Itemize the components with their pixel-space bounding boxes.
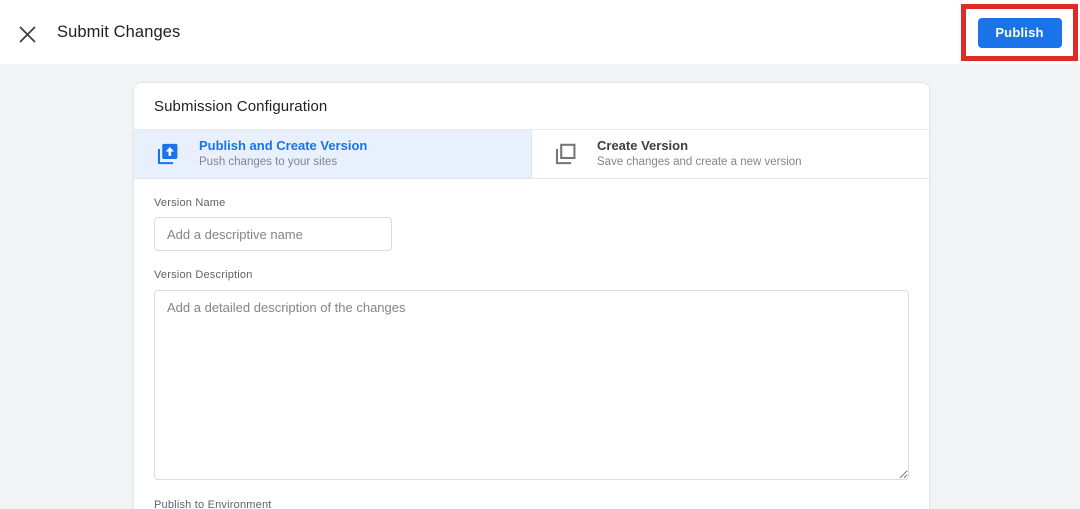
- version-description-label: Version Description: [154, 269, 253, 281]
- tab-text-block: Create Version Save changes and create a…: [597, 138, 802, 170]
- tab-text-block: Publish and Create Version Push changes …: [199, 138, 367, 170]
- version-form: Version Name Version Description Publish…: [134, 179, 929, 509]
- submission-tabs: Publish and Create Version Push changes …: [134, 129, 929, 179]
- version-description-textarea[interactable]: [154, 290, 909, 480]
- submission-configuration-card: Submission Configuration Publish and Cre…: [133, 82, 930, 509]
- stacked-squares-icon: [552, 141, 578, 167]
- publish-to-environment-label: Publish to Environment: [154, 499, 272, 509]
- tab-title: Create Version: [597, 137, 689, 153]
- page-title: Submit Changes: [57, 22, 181, 41]
- top-header-bar: Submit Changes Publish: [0, 0, 1080, 64]
- tab-create-version[interactable]: Create Version Save changes and create a…: [531, 130, 929, 178]
- tab-title: Publish and Create Version: [199, 137, 368, 153]
- tab-subtitle: Push changes to your sites: [199, 156, 338, 169]
- tab-subtitle: Save changes and create a new version: [597, 156, 802, 169]
- red-highlight-annotation: Publish: [961, 4, 1078, 61]
- publish-button[interactable]: Publish: [977, 17, 1062, 48]
- publish-upload-stacked-icon: [154, 141, 180, 167]
- close-button[interactable]: [14, 21, 40, 47]
- version-name-label: Version Name: [154, 197, 226, 209]
- close-icon: [19, 26, 36, 43]
- card-title: Submission Configuration: [154, 97, 328, 115]
- version-name-input[interactable]: [154, 217, 392, 251]
- tab-publish-and-create-version[interactable]: Publish and Create Version Push changes …: [134, 130, 531, 178]
